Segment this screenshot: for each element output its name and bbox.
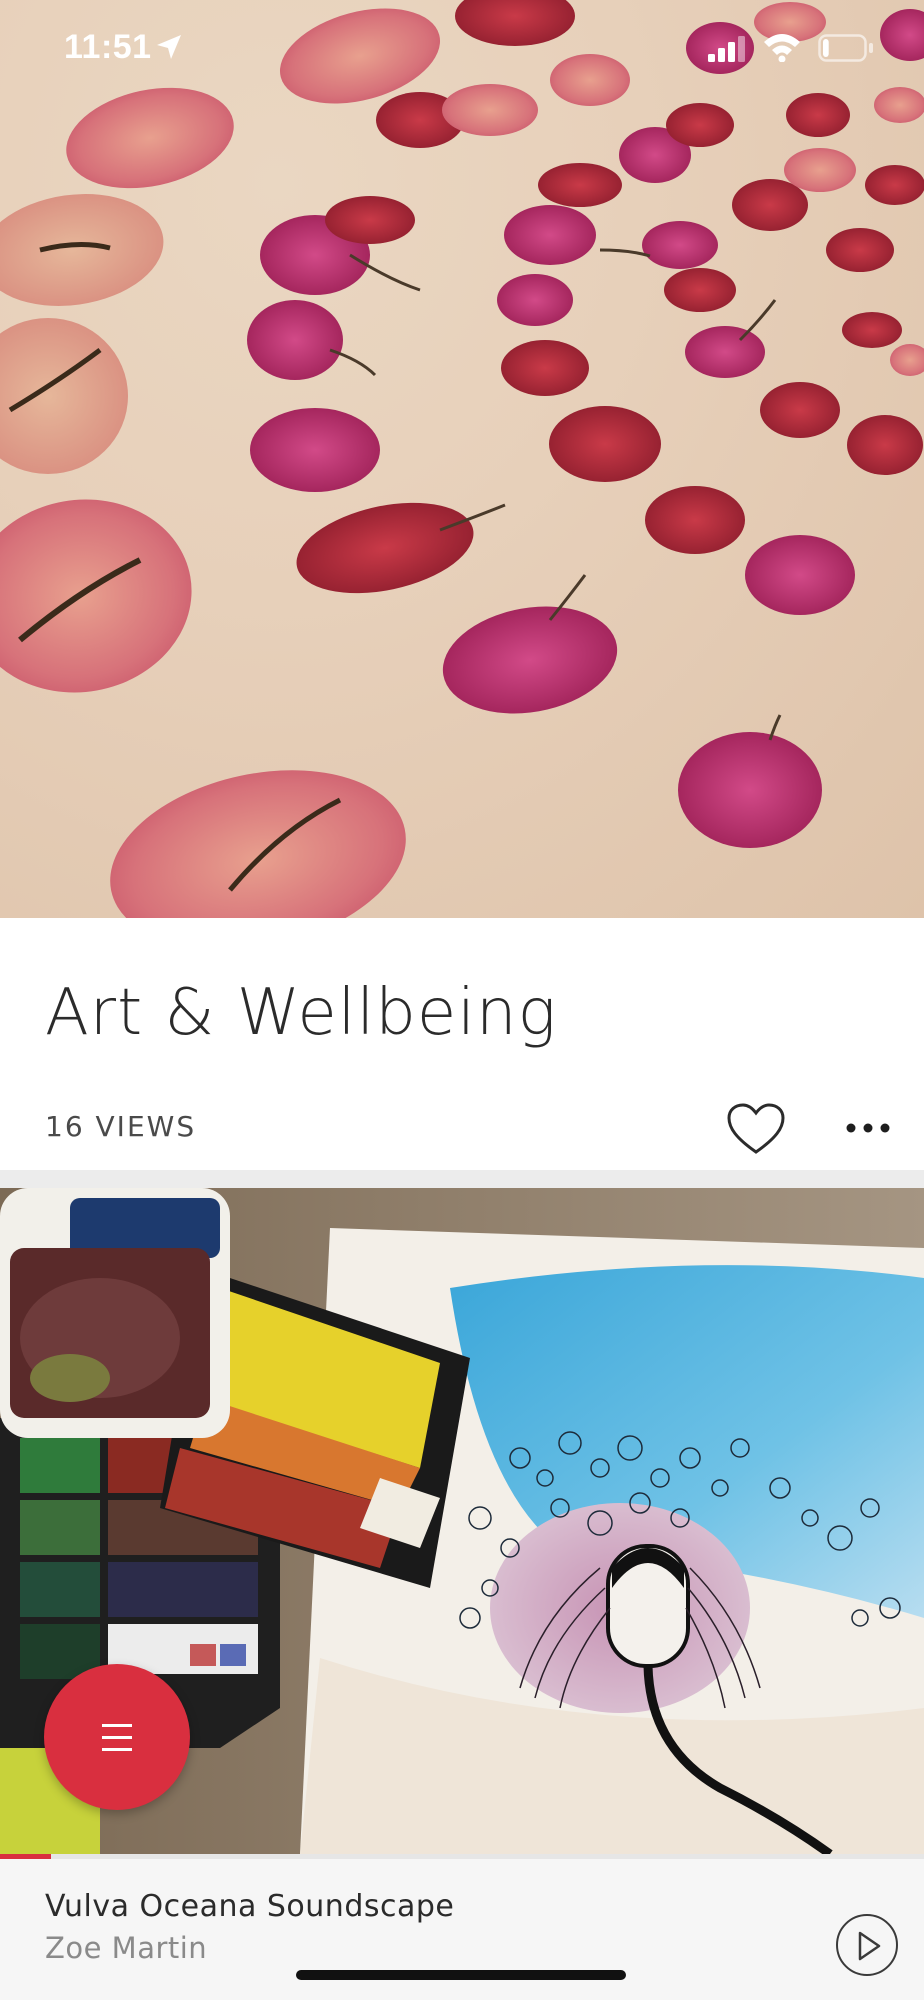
play-icon — [858, 1931, 881, 1961]
wifi-icon — [764, 34, 800, 62]
status-bar: 11:51 — [0, 0, 924, 100]
playback-progress-bar[interactable] — [0, 1854, 924, 1859]
hamburger-menu-icon — [102, 1724, 132, 1727]
hamburger-menu-icon-line — [102, 1748, 132, 1751]
home-indicator — [296, 1970, 626, 1980]
like-button[interactable] — [726, 1102, 786, 1156]
menu-button[interactable] — [44, 1664, 190, 1810]
petals-illustration — [0, 0, 924, 918]
more-options-button[interactable] — [844, 1112, 894, 1142]
location-arrow-icon — [157, 35, 181, 59]
page-title: Art & Wellbeing — [45, 976, 557, 1050]
track-title: Vulva Oceana Soundscape — [45, 1889, 455, 1924]
status-time: 11:51 — [64, 28, 152, 66]
views-count: 16 VIEWS — [45, 1110, 197, 1143]
heart-icon — [727, 1103, 785, 1154]
playback-progress-fill — [0, 1854, 51, 1859]
hero-image — [0, 0, 924, 918]
cellular-signal-icon — [708, 36, 745, 62]
hamburger-menu-icon-line — [102, 1736, 132, 1739]
play-button[interactable] — [836, 1914, 898, 1976]
more-horizontal-icon — [846, 1123, 890, 1133]
track-artist: Zoe Martin — [45, 1931, 208, 1965]
battery-icon — [818, 34, 873, 62]
section-divider — [0, 1170, 924, 1188]
